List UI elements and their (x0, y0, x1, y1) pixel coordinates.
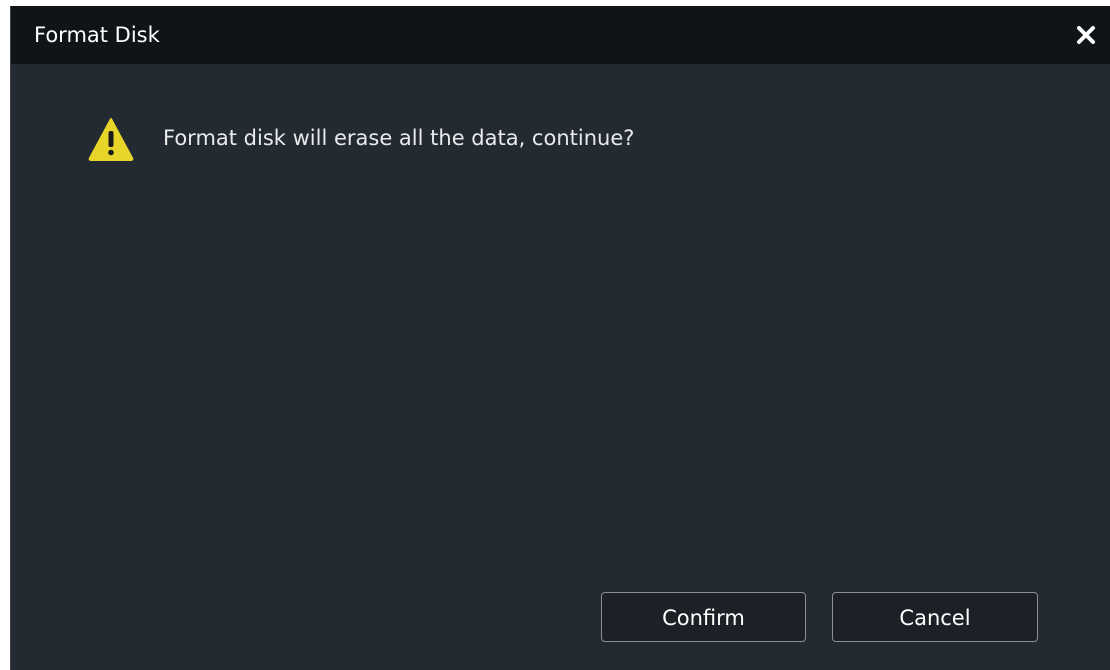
warning-message: Format disk will erase all the data, con… (163, 126, 635, 150)
close-icon (1077, 26, 1095, 44)
dialog-title: Format Disk (34, 23, 160, 47)
confirm-button[interactable]: Confirm (601, 592, 806, 642)
cancel-button[interactable]: Cancel (832, 592, 1038, 642)
dialog-titlebar: Format Disk (11, 6, 1110, 64)
close-button[interactable] (1072, 21, 1100, 49)
format-disk-dialog: Format Disk Format disk will erase all t… (10, 6, 1110, 670)
warning-icon (87, 115, 135, 163)
